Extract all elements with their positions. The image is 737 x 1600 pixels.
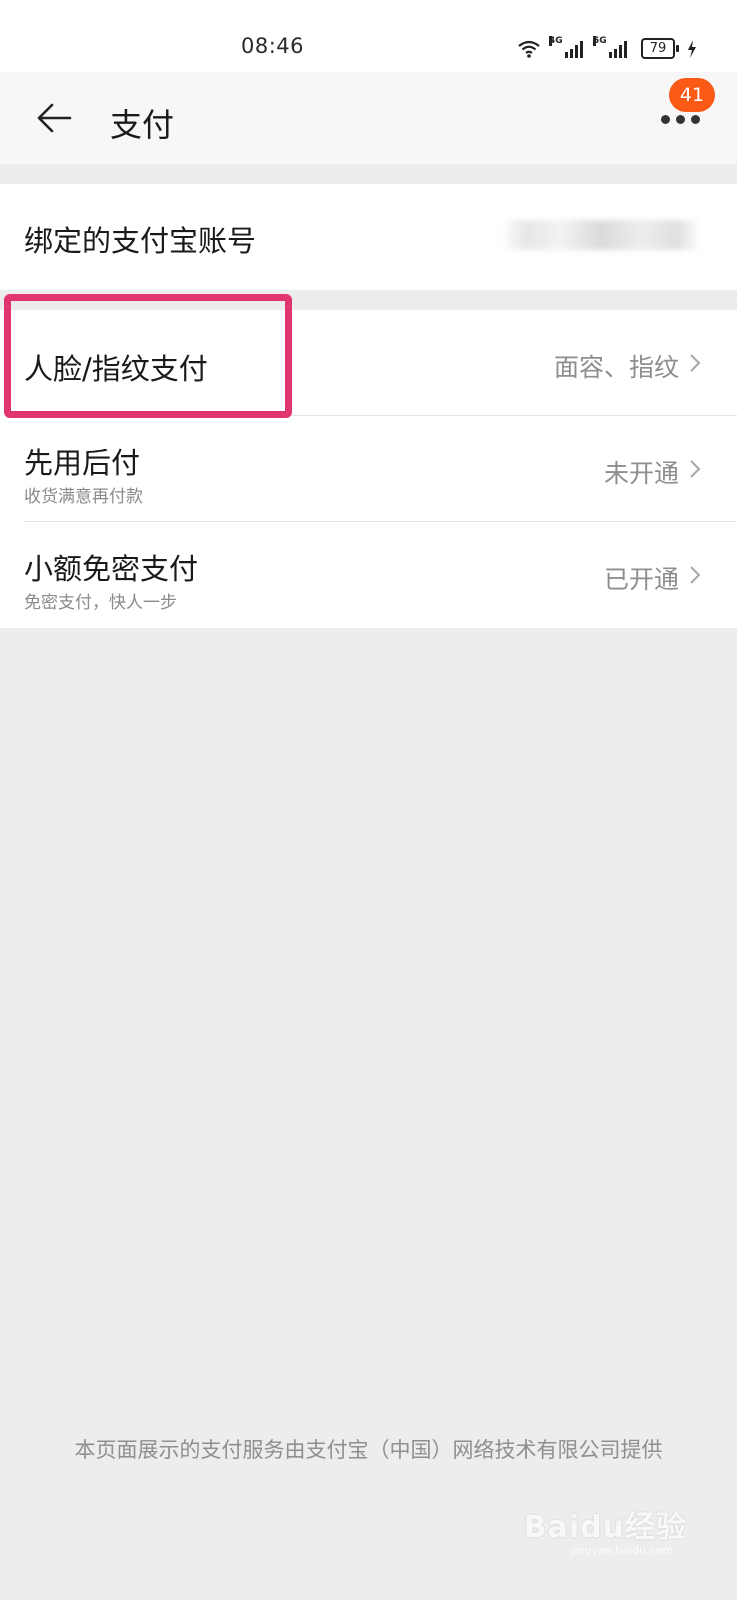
charging-icon xyxy=(688,39,696,58)
row-title: 先用后付 xyxy=(24,446,141,480)
face-fingerprint-pay-row[interactable]: 人脸/指纹支付 面容、指纹 xyxy=(0,310,737,416)
settings-card: 人脸/指纹支付 面容、指纹 先用后付 收货满意再付款 未开通 小额免密支付 免密… xyxy=(0,310,737,628)
row-title: 小额免密支付 xyxy=(24,552,199,586)
notification-badge: 41 xyxy=(669,78,715,112)
row-value: 已开通 xyxy=(603,565,679,594)
footer-note: 本页面展示的支付服务由支付宝（中国）网络技术有限公司提供 xyxy=(74,1438,663,1462)
page-title: 支付 xyxy=(110,106,175,144)
row-subtitle: 免密支付，快人一步 xyxy=(24,593,177,613)
chevron-right-icon xyxy=(690,354,701,372)
more-icon[interactable] xyxy=(661,115,701,125)
wifi-icon xyxy=(518,40,540,58)
row-subtitle: 收货满意再付款 xyxy=(24,487,143,507)
back-arrow-icon[interactable] xyxy=(36,102,72,134)
pay-later-row[interactable]: 先用后付 收货满意再付款 未开通 xyxy=(0,416,737,522)
account-label: 绑定的支付宝账号 xyxy=(24,224,257,258)
watermark-url: jingyan.baidu.com xyxy=(571,1544,673,1557)
status-bar: 08:46 4G 5G 79 xyxy=(0,0,737,72)
row-title: 人脸/指纹支付 xyxy=(24,352,208,386)
battery-icon: 79 xyxy=(641,38,679,59)
account-card[interactable]: 绑定的支付宝账号 xyxy=(0,184,737,290)
chevron-right-icon xyxy=(690,460,701,478)
network-type-label: 4G xyxy=(549,35,563,46)
signal-icon: 5G xyxy=(593,35,627,58)
network-type-label: 5G xyxy=(593,35,607,46)
chevron-right-icon xyxy=(690,566,701,584)
account-value-blurred xyxy=(501,220,701,250)
row-value: 面容、指纹 xyxy=(553,353,679,382)
password-free-pay-row[interactable]: 小额免密支付 免密支付，快人一步 已开通 xyxy=(0,522,737,628)
watermark-logo: Baidu经验 xyxy=(523,1510,687,1545)
nav-bar: 支付 41 xyxy=(0,72,737,164)
signal-icon: 4G xyxy=(549,35,583,58)
row-value: 未开通 xyxy=(603,459,679,488)
status-icons: 4G 5G 79 xyxy=(517,35,697,59)
